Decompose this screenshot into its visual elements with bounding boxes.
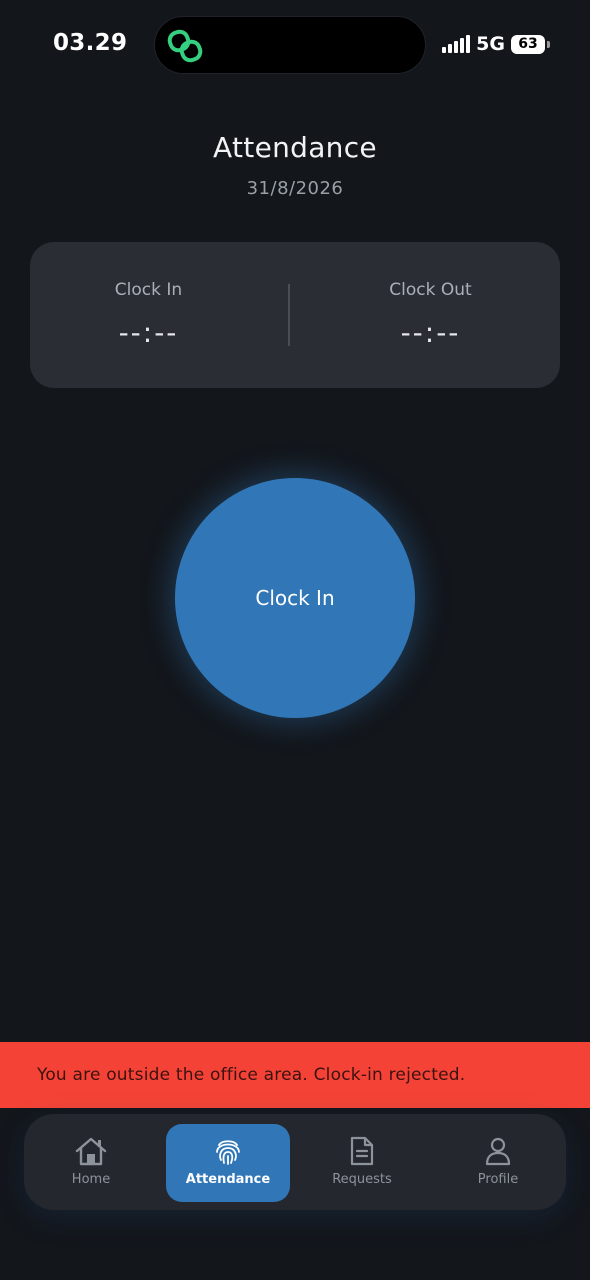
nav-attendance-label: Attendance (185, 1172, 271, 1187)
clock-out-label: Clock Out (389, 280, 472, 300)
person-icon (485, 1137, 511, 1166)
attendance-screen: 03.29 5G 63 Attendance 31/8/2026 Clock I… (0, 0, 590, 1280)
page-title: Attendance (213, 131, 377, 164)
clock-in-time: --:-- (118, 316, 179, 349)
signal-icon (442, 35, 471, 53)
clock-out-section: Clock Out --:-- (298, 242, 563, 388)
clock-in-section: Clock In --:-- (16, 242, 281, 388)
status-indicators: 5G 63 (442, 32, 550, 56)
link-icon (167, 29, 203, 63)
nav-home[interactable]: Home (29, 1124, 153, 1202)
divider (288, 284, 290, 346)
clock-out-time: --:-- (400, 316, 461, 349)
clock-in-button[interactable]: Clock In (175, 478, 415, 718)
nav-requests[interactable]: Requests (300, 1124, 424, 1202)
nav-requests-label: Requests (332, 1172, 392, 1187)
dynamic-island (154, 16, 426, 74)
time-card: Clock In --:-- Clock Out --:-- (30, 242, 560, 388)
page-date: 31/8/2026 (246, 178, 344, 199)
error-message: You are outside the office area. Clock-i… (37, 1065, 466, 1085)
home-icon (75, 1137, 107, 1166)
battery-icon: 63 (511, 34, 545, 54)
bottom-nav: Home Attendance Requests Profile (24, 1114, 566, 1210)
error-toast: You are outside the office area. Clock-i… (0, 1042, 590, 1108)
network-label: 5G (476, 33, 505, 55)
document-icon (350, 1136, 374, 1166)
clock-in-label: Clock In (114, 280, 183, 300)
nav-profile[interactable]: Profile (436, 1124, 560, 1202)
nav-home-label: Home (71, 1172, 111, 1187)
battery-tip (547, 40, 550, 48)
nav-profile-label: Profile (477, 1172, 519, 1187)
status-time: 03.29 (53, 30, 128, 56)
fingerprint-icon (216, 1140, 240, 1165)
nav-attendance[interactable]: Attendance (166, 1124, 290, 1202)
